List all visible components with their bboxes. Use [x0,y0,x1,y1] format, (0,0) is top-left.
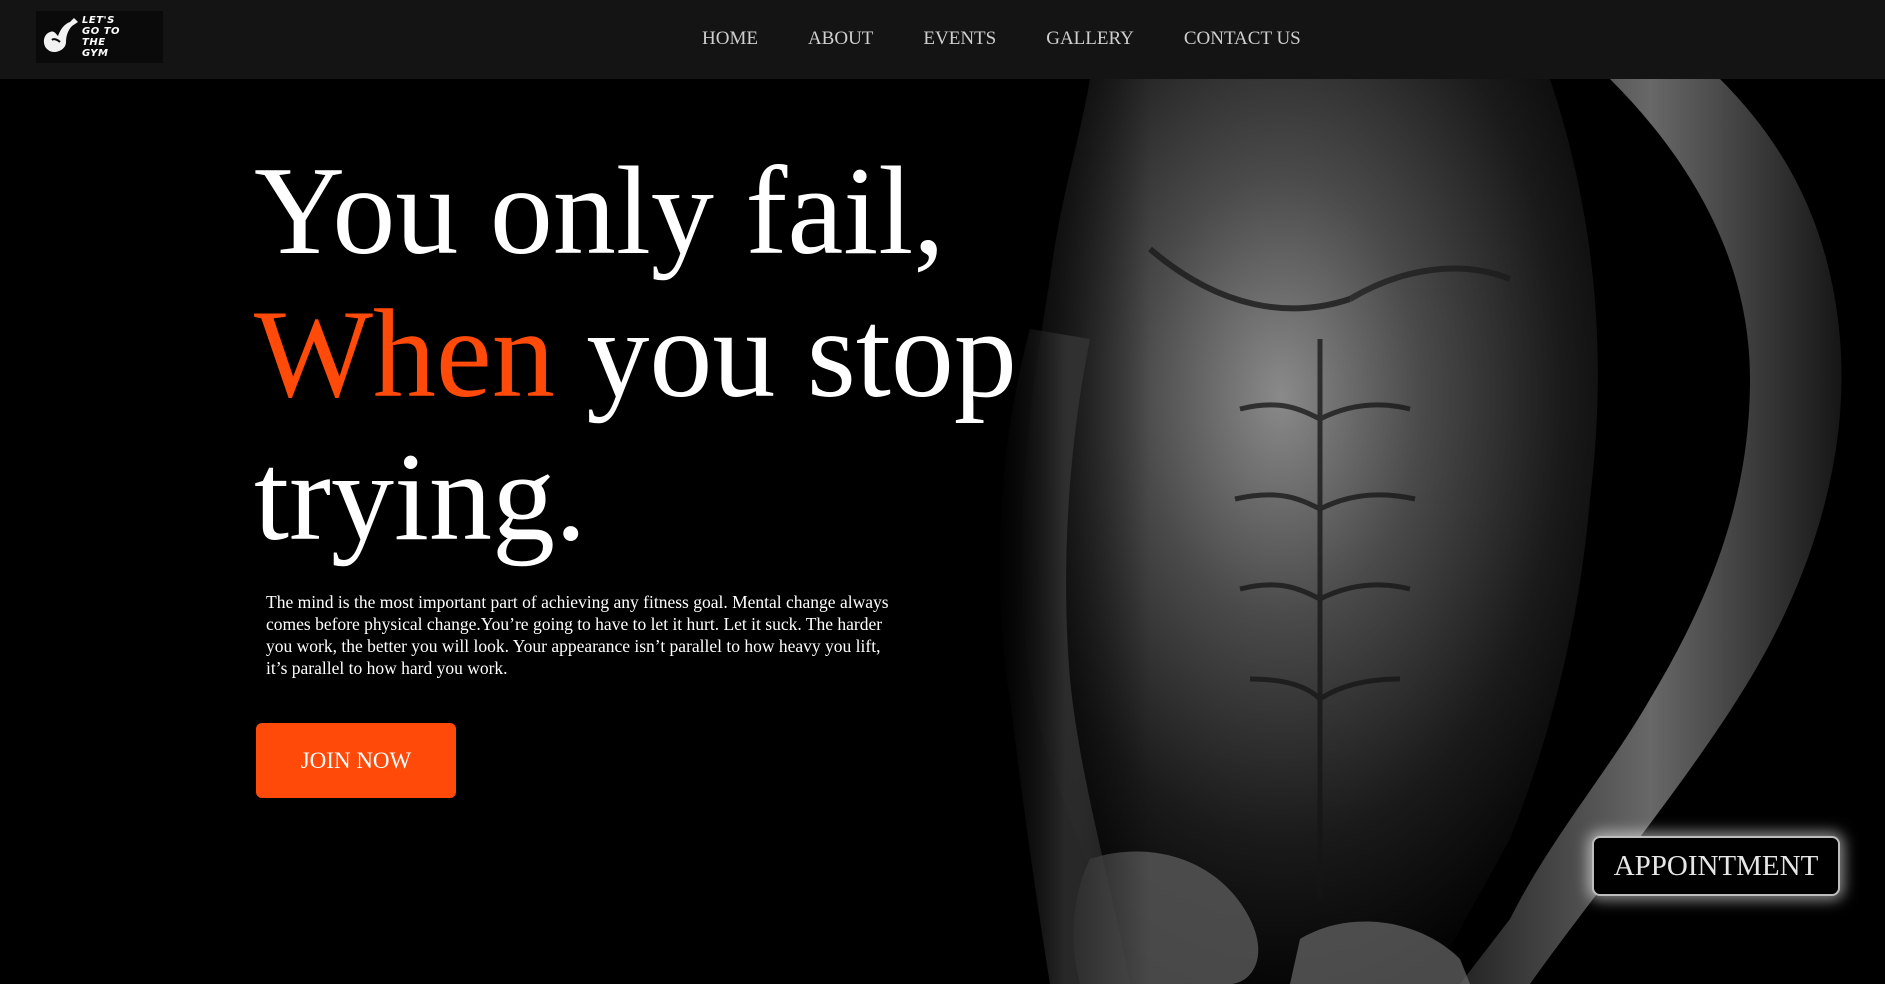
join-now-button[interactable]: JOIN NOW [256,723,456,798]
page: LET'S GO TO THE GYM HOME ABOUT EVENTS GA… [0,0,1885,984]
navbar: LET'S GO TO THE GYM HOME ABOUT EVENTS GA… [0,0,1885,79]
headline-line-2: When you stop [254,283,1017,426]
nav-gallery[interactable]: GALLERY [1046,27,1134,51]
nav-home[interactable]: HOME [702,27,758,51]
flexed-arm-icon [43,18,78,52]
headline-line-2-rest: you stop [554,285,1017,424]
headline-line-1: You only fail, [254,142,945,281]
headline-accent-word: When [254,285,555,424]
nav-events[interactable]: EVENTS [923,27,996,51]
hero-description: The mind is the most important part of a… [266,592,889,678]
headline-line-3: trying. [254,428,587,567]
nav-about[interactable]: ABOUT [808,27,873,51]
logo-text: LET'S GO TO THE GYM [82,15,121,59]
nav-contact-us[interactable]: CONTACT US [1184,27,1301,51]
main-nav: HOME ABOUT EVENTS GALLERY CONTACT US [702,27,1301,51]
logo[interactable]: LET'S GO TO THE GYM [36,11,163,63]
appointment-button[interactable]: APPOINTMENT [1592,836,1840,896]
hero-headline: You only fail, When you stop trying. [254,140,1017,569]
